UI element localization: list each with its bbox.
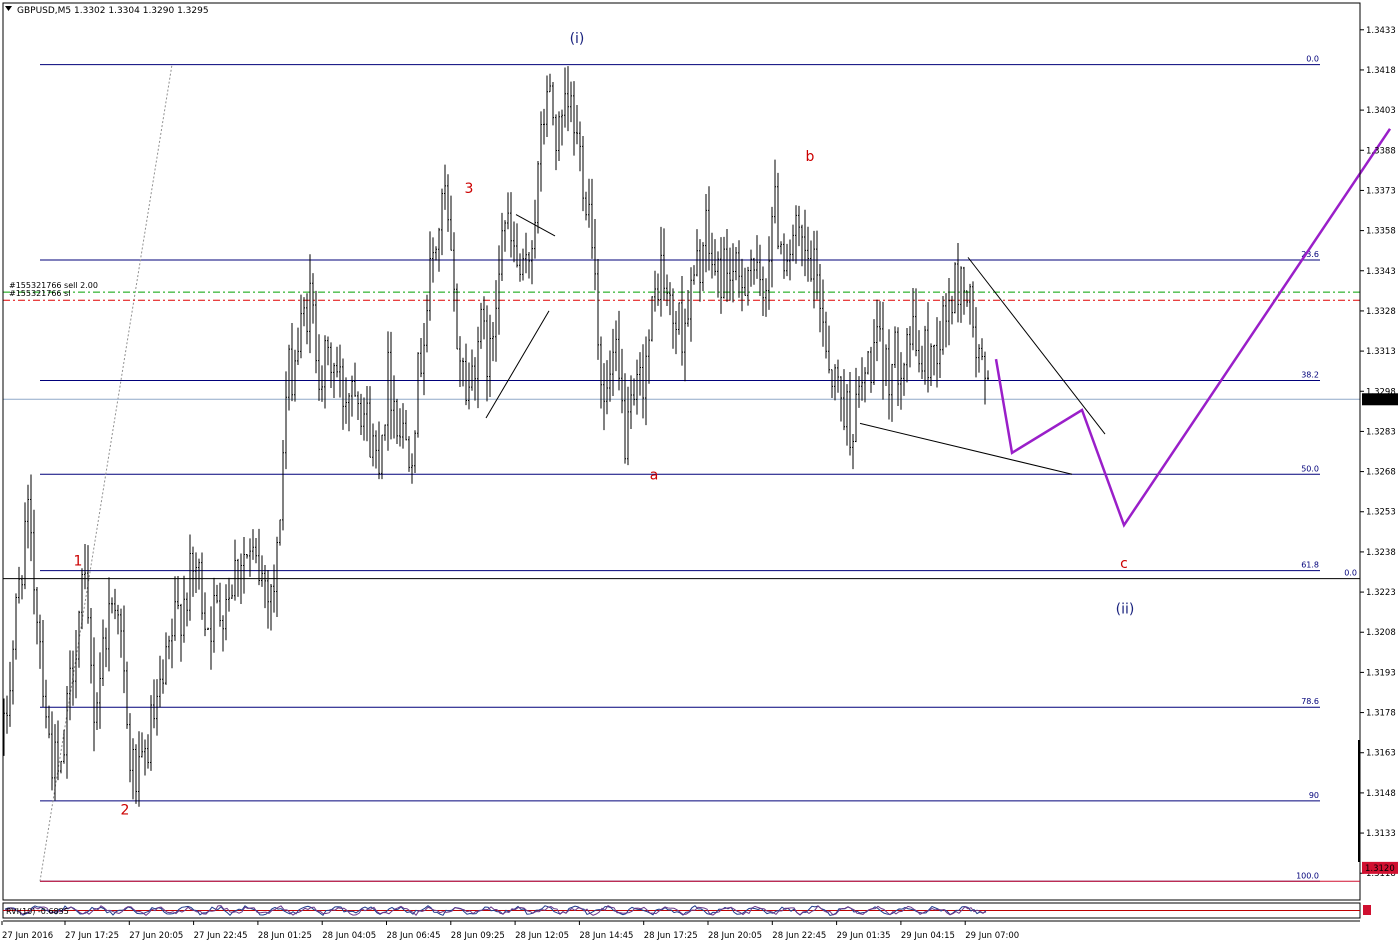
fib-label: 78.6 bbox=[1301, 697, 1319, 706]
y-tick-label: 1.3343 bbox=[1366, 267, 1396, 277]
x-tick-label: 27 Jun 20:05 bbox=[129, 931, 183, 941]
x-tick-label: 27 Jun 17:25 bbox=[65, 931, 119, 941]
price-chart[interactable]: 0.023.638.250.061.878.690100.00.0 #15532… bbox=[0, 0, 1400, 946]
x-tick-label: 28 Jun 04:05 bbox=[322, 931, 376, 941]
x-tick-label: 28 Jun 17:25 bbox=[644, 931, 698, 941]
oscillator-label: RVI(10) -0.6835 bbox=[6, 907, 69, 916]
chart-title: GBPUSD,M5 1.3302 1.3304 1.3290 1.3295 bbox=[17, 6, 209, 16]
low-price-tag: 1.3120 bbox=[1365, 864, 1395, 874]
y-tick-label: 1.3433 bbox=[1366, 26, 1396, 36]
oscillator-marker bbox=[1363, 905, 1371, 915]
y-tick-label: 1.3373 bbox=[1366, 186, 1396, 196]
fib-label: 100.0 bbox=[1296, 871, 1319, 880]
x-tick-label: 27 Jun 22:45 bbox=[194, 931, 248, 941]
chart-background bbox=[0, 0, 1400, 946]
fib-label: 38.2 bbox=[1301, 371, 1319, 380]
y-tick-label: 1.3238 bbox=[1366, 548, 1396, 558]
wave-label: 2 bbox=[121, 802, 130, 818]
x-tick-label: 28 Jun 01:25 bbox=[258, 931, 312, 941]
y-tick-label: 1.3178 bbox=[1366, 709, 1396, 719]
y-tick-label: 1.3418 bbox=[1366, 66, 1396, 76]
fib-label: 0.0 bbox=[1306, 55, 1319, 64]
x-tick-label: 29 Jun 01:35 bbox=[837, 931, 891, 941]
wave-label: c bbox=[1120, 556, 1128, 572]
fib-label: 61.8 bbox=[1301, 561, 1319, 570]
fib-label: 50.0 bbox=[1301, 464, 1319, 473]
wave-label: 3 bbox=[465, 181, 474, 197]
x-tick-label: 28 Jun 14:45 bbox=[579, 931, 633, 941]
x-tick-label: 29 Jun 04:15 bbox=[901, 931, 955, 941]
y-tick-label: 1.3283 bbox=[1366, 427, 1396, 437]
black-level-label: 0.0 bbox=[1344, 569, 1357, 578]
x-tick-label: 28 Jun 09:25 bbox=[451, 931, 505, 941]
x-tick-label: 28 Jun 20:05 bbox=[708, 931, 762, 941]
y-tick-label: 1.3328 bbox=[1366, 307, 1396, 317]
y-tick-label: 1.3133 bbox=[1366, 829, 1396, 839]
wave-label: b bbox=[806, 149, 815, 165]
x-tick-label: 28 Jun 12:05 bbox=[515, 931, 569, 941]
wave-label: a bbox=[650, 468, 659, 484]
oscillator-panel: RVI(10) -0.6835 bbox=[2, 902, 1371, 919]
y-tick-label: 1.3388 bbox=[1366, 146, 1396, 156]
y-tick-label: 1.3193 bbox=[1366, 668, 1396, 678]
y-tick-label: 1.3403 bbox=[1366, 106, 1396, 116]
order-label: #155321766 sl bbox=[9, 289, 70, 298]
wave-label: (i) bbox=[570, 31, 585, 47]
wave-label: 1 bbox=[74, 553, 83, 569]
y-tick-label: 1.3358 bbox=[1366, 227, 1396, 237]
y-tick-label: 1.3208 bbox=[1366, 628, 1396, 638]
x-tick-label: 27 Jun 2016 bbox=[2, 931, 53, 941]
wave-label: (ii) bbox=[1116, 601, 1135, 617]
x-tick-label: 28 Jun 06:45 bbox=[387, 931, 441, 941]
current-price-tag: 1.3295 bbox=[1365, 395, 1395, 405]
y-tick-label: 1.3268 bbox=[1366, 468, 1396, 478]
x-tick-label: 29 Jun 07:00 bbox=[965, 931, 1019, 941]
fib-label: 90 bbox=[1309, 791, 1319, 800]
y-tick-label: 1.3223 bbox=[1366, 588, 1396, 598]
y-tick-label: 1.3253 bbox=[1366, 508, 1396, 518]
y-tick-label: 1.3313 bbox=[1366, 347, 1396, 357]
y-tick-label: 1.3163 bbox=[1366, 749, 1396, 759]
x-tick-label: 28 Jun 22:45 bbox=[772, 931, 826, 941]
y-tick-label: 1.3148 bbox=[1366, 789, 1396, 799]
